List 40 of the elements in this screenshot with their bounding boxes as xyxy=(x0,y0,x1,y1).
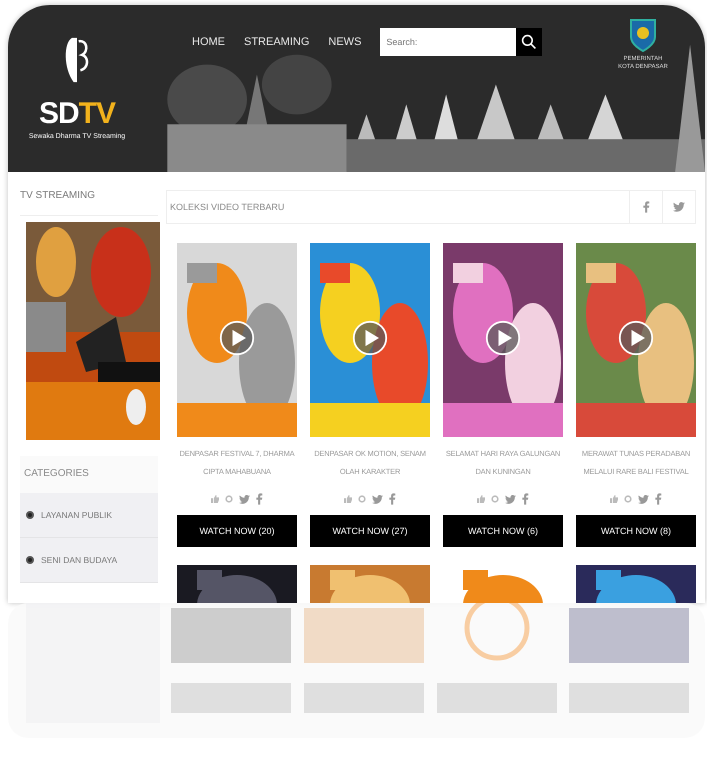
section-title: TV STREAMING xyxy=(20,190,158,216)
nav-link[interactable]: NEWS xyxy=(328,36,362,48)
twitter-icon[interactable] xyxy=(372,494,383,504)
logo-letters: TV xyxy=(78,97,116,130)
section-title: KOLEKSI VIDEO TERBARU xyxy=(170,202,286,212)
like-icon[interactable] xyxy=(344,495,352,503)
watch-now-button[interactable]: WATCH NOW (6) xyxy=(443,515,563,547)
like-icon[interactable] xyxy=(610,495,618,503)
play-icon[interactable] xyxy=(352,320,388,356)
play-icon[interactable] xyxy=(485,320,521,356)
like-icon[interactable] xyxy=(211,495,219,503)
twitter-icon[interactable] xyxy=(239,494,250,504)
watch-now-button[interactable]: WATCH NOW (27) xyxy=(310,515,430,547)
circle-icon[interactable] xyxy=(624,495,632,503)
bullet-icon xyxy=(26,556,34,564)
circle-icon[interactable] xyxy=(491,495,499,503)
bullet-icon xyxy=(26,511,34,519)
nav-link[interactable]: HOME xyxy=(192,36,225,48)
circle-icon[interactable] xyxy=(358,495,366,503)
twitter-icon[interactable] xyxy=(638,494,649,504)
play-icon[interactable] xyxy=(219,320,255,356)
nav-link[interactable]: STREAMING xyxy=(244,36,310,48)
search-icon xyxy=(521,34,538,50)
section-title: CATEGORIES xyxy=(20,456,158,493)
facebook-icon[interactable] xyxy=(256,493,263,505)
logo-letters: SD xyxy=(38,97,79,130)
like-icon[interactable] xyxy=(477,495,485,503)
facebook-icon[interactable] xyxy=(389,493,396,505)
circle-icon[interactable] xyxy=(225,495,233,503)
twitter-icon[interactable] xyxy=(505,494,516,504)
category-link[interactable]: SENI DAN BUDAYA xyxy=(20,538,158,583)
play-icon[interactable] xyxy=(618,320,654,356)
watch-now-button[interactable]: WATCH NOW (8) xyxy=(576,515,696,547)
watch-now-button[interactable]: WATCH NOW (20) xyxy=(177,515,297,547)
search-field[interactable]: Search: xyxy=(380,28,516,56)
emblem-icon xyxy=(628,17,658,53)
search-button[interactable] xyxy=(516,28,542,56)
facebook-icon[interactable] xyxy=(655,493,662,505)
facebook-icon[interactable] xyxy=(522,493,529,505)
category-link[interactable]: LAYANAN PUBLIK xyxy=(20,493,158,538)
